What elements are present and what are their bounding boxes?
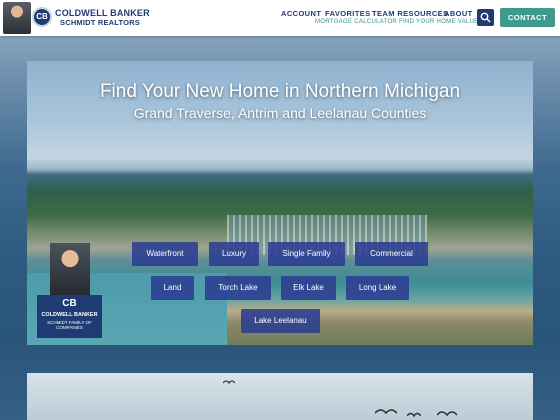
contact-button[interactable]: CONTACT — [500, 8, 555, 27]
category-torch-lake-button[interactable]: Torch Lake — [205, 276, 271, 300]
category-lake-leelanau-button[interactable]: Lake Leelanau — [241, 309, 320, 333]
hero-banner: Find Your New Home in Northern Michigan … — [27, 61, 533, 345]
hero-subtitle: Grand Traverse, Antrim and Leelanau Coun… — [133, 105, 427, 121]
category-land-button[interactable]: Land — [151, 276, 194, 300]
brand-name[interactable]: COLDWELL BANKER — [55, 8, 150, 18]
agent-card[interactable]: CB COLDWELL BANKER SCHMIDT FAMILY OF COM… — [37, 243, 102, 338]
hero-title: Find Your New Home in Northern Michigan — [99, 81, 461, 102]
subnav-find-home-value[interactable]: FIND YOUR HOME VALUE — [399, 19, 478, 25]
search-icon — [480, 12, 491, 23]
cb-logo-icon: CB — [62, 298, 77, 309]
nav-about[interactable]: ABOUT — [444, 9, 473, 18]
bird-icon — [407, 412, 421, 418]
category-luxury-button[interactable]: Luxury — [209, 242, 259, 266]
bird-icon — [375, 409, 397, 415]
agent-card-badge: CB COLDWELL BANKER SCHMIDT FAMILY OF COM… — [37, 295, 102, 338]
agent-card-photo — [50, 243, 90, 295]
bird-icon — [437, 411, 457, 417]
category-long-lake-button[interactable]: Long Lake — [346, 276, 409, 300]
category-waterfront-button[interactable]: Waterfront — [132, 242, 198, 266]
category-elk-lake-button[interactable]: Elk Lake — [281, 276, 336, 300]
nav-favorites[interactable]: FAVORITES — [325, 9, 371, 18]
site-header: CB COLDWELL BANKER SCHMIDT REALTORS ACCO… — [0, 0, 560, 36]
agent-avatar — [3, 2, 31, 34]
brand-subname[interactable]: SCHMIDT REALTORS — [60, 18, 140, 27]
subnav-mortgage-calculator[interactable]: MORTGAGE CALCULATOR — [315, 19, 397, 25]
lower-section-photo — [27, 373, 533, 420]
nav-team-resources[interactable]: TEAM RESOURCES — [372, 9, 448, 18]
category-single-family-button[interactable]: Single Family — [268, 242, 345, 266]
agent-card-sub: SCHMIDT FAMILY OF COMPANIES — [47, 320, 92, 330]
nav-account[interactable]: ACCOUNT — [281, 9, 321, 18]
coldwell-banker-seal-icon[interactable]: CB — [32, 7, 52, 27]
agent-card-brand: COLDWELL BANKER — [41, 312, 98, 318]
category-commercial-button[interactable]: Commercial — [355, 242, 428, 266]
search-button[interactable] — [477, 9, 494, 26]
bird-icon — [223, 380, 235, 385]
